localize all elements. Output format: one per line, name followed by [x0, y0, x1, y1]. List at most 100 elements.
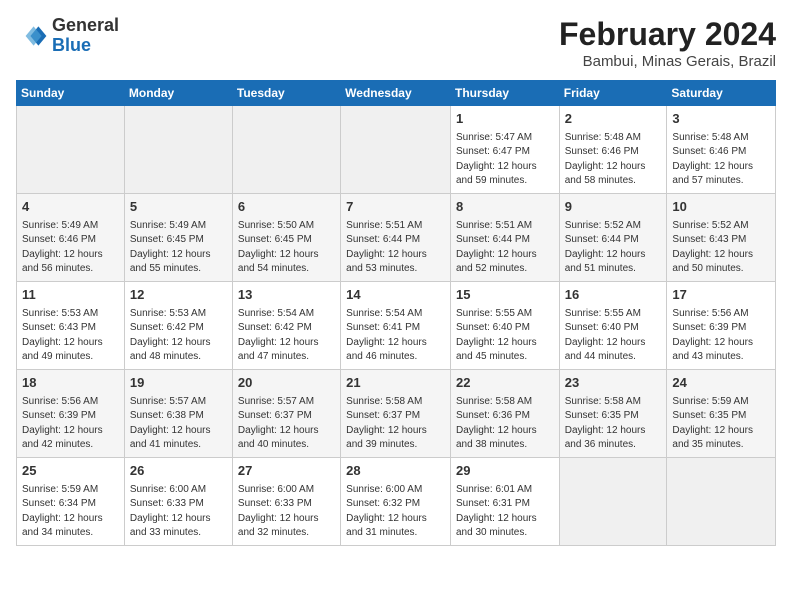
day-info: Daylight: 12 hours: [565, 336, 662, 351]
day-number: 20: [238, 374, 335, 393]
day-info: Sunset: 6:45 PM: [130, 233, 227, 248]
day-info: Sunset: 6:47 PM: [456, 145, 554, 160]
day-info: and 31 minutes.: [346, 526, 445, 541]
day-info: Sunrise: 5:57 AM: [130, 395, 227, 410]
day-info: Sunrise: 5:52 AM: [565, 219, 662, 234]
day-info: Sunset: 6:46 PM: [672, 145, 770, 160]
day-info: Sunset: 6:46 PM: [565, 145, 662, 160]
day-info: and 57 minutes.: [672, 174, 770, 189]
day-info: Sunset: 6:32 PM: [346, 497, 445, 512]
day-info: Sunset: 6:35 PM: [565, 409, 662, 424]
day-info: and 49 minutes.: [22, 350, 119, 365]
day-number: 12: [130, 286, 227, 305]
day-number: 28: [346, 462, 445, 481]
day-info: Daylight: 12 hours: [238, 512, 335, 527]
day-info: and 40 minutes.: [238, 438, 335, 453]
day-number: 16: [565, 286, 662, 305]
day-info: Sunset: 6:36 PM: [456, 409, 554, 424]
day-info: and 48 minutes.: [130, 350, 227, 365]
day-number: 1: [456, 110, 554, 129]
day-info: Sunrise: 5:48 AM: [672, 131, 770, 146]
day-info: Sunset: 6:44 PM: [346, 233, 445, 248]
day-info: Sunset: 6:45 PM: [238, 233, 335, 248]
day-info: Sunrise: 5:53 AM: [22, 307, 119, 322]
calendar-cell: 8Sunrise: 5:51 AMSunset: 6:44 PMDaylight…: [450, 194, 559, 282]
calendar-cell: 29Sunrise: 6:01 AMSunset: 6:31 PMDayligh…: [450, 458, 559, 546]
day-info: Sunrise: 5:56 AM: [22, 395, 119, 410]
day-number: 9: [565, 198, 662, 217]
day-info: Daylight: 12 hours: [456, 424, 554, 439]
calendar-cell: 2 Sunrise: 5:48 AMSunset: 6:46 PMDaylight…: [559, 106, 667, 194]
day-info: Daylight: 12 hours: [346, 248, 445, 263]
day-number: 17: [672, 286, 770, 305]
column-header-sunday: Sunday: [17, 81, 125, 106]
logo-general-text: General: [52, 16, 119, 36]
day-info: and 50 minutes.: [672, 262, 770, 277]
calendar-cell: 4Sunrise: 5:49 AMSunset: 6:46 PMDaylight…: [17, 194, 125, 282]
day-number: 2: [565, 110, 662, 129]
day-info: Sunset: 6:43 PM: [672, 233, 770, 248]
day-info: Sunrise: 6:00 AM: [238, 483, 335, 498]
calendar-week-row: 4Sunrise: 5:49 AMSunset: 6:46 PMDaylight…: [17, 194, 776, 282]
day-info: Daylight: 12 hours: [22, 424, 119, 439]
calendar-header-row: SundayMondayTuesdayWednesdayThursdayFrid…: [17, 81, 776, 106]
calendar-cell: 27Sunrise: 6:00 AMSunset: 6:33 PMDayligh…: [232, 458, 340, 546]
day-info: Sunrise: 6:00 AM: [346, 483, 445, 498]
calendar-cell: 20Sunrise: 5:57 AMSunset: 6:37 PMDayligh…: [232, 370, 340, 458]
day-number: 10: [672, 198, 770, 217]
day-info: Sunrise: 6:01 AM: [456, 483, 554, 498]
calendar-cell: 23Sunrise: 5:58 AMSunset: 6:35 PMDayligh…: [559, 370, 667, 458]
calendar-cell: [232, 106, 340, 194]
day-number: 26: [130, 462, 227, 481]
logo-blue-text: Blue: [52, 36, 119, 56]
calendar-cell: 9Sunrise: 5:52 AMSunset: 6:44 PMDaylight…: [559, 194, 667, 282]
day-info: Daylight: 12 hours: [672, 424, 770, 439]
day-number: 4: [22, 198, 119, 217]
day-info: and 52 minutes.: [456, 262, 554, 277]
calendar-cell: 11Sunrise: 5:53 AMSunset: 6:43 PMDayligh…: [17, 282, 125, 370]
day-info: Sunrise: 5:48 AM: [565, 131, 662, 146]
day-info: Sunrise: 5:54 AM: [238, 307, 335, 322]
day-info: Sunset: 6:31 PM: [456, 497, 554, 512]
day-number: 25: [22, 462, 119, 481]
calendar-week-row: 11 Sunrise: 5:53 AMSunset: 6:43 PM Dayligh…: [17, 282, 776, 370]
calendar-cell: 12Sunrise: 5:53 AMSunset: 6:42 PMDayligh…: [124, 282, 232, 370]
day-number: 11: [22, 286, 119, 305]
calendar-cell: 26Sunrise: 6:00 AMSunset: 6:33 PMDayligh…: [124, 458, 232, 546]
day-info: and 43 minutes.: [672, 350, 770, 365]
day-info: and 47 minutes.: [238, 350, 335, 365]
day-info: Sunrise: 5:58 AM: [346, 395, 445, 410]
day-info: Sunrise: 5:54 AM: [346, 307, 445, 322]
day-info: and 59 minutes.: [456, 174, 554, 189]
day-info: Daylight: 12 hours: [456, 512, 554, 527]
calendar-cell: 5Sunrise: 5:49 AMSunset: 6:45 PMDaylight…: [124, 194, 232, 282]
calendar-cell: 7Sunrise: 5:51 AMSunset: 6:44 PMDaylight…: [341, 194, 451, 282]
day-info: and 41 minutes.: [130, 438, 227, 453]
day-number: 18: [22, 374, 119, 393]
day-info: Daylight: 12 hours: [672, 336, 770, 351]
calendar-week-row: 1Sunrise: 5:47 AMSunset: 6:47 PMDaylight…: [17, 106, 776, 194]
column-header-monday: Monday: [124, 81, 232, 106]
day-info: Daylight: 12 hours: [672, 160, 770, 175]
day-number: 19: [130, 374, 227, 393]
day-info: Sunset: 6:35 PM: [672, 409, 770, 424]
title-block: February 2024 Bambui, Minas Gerais, Braz…: [559, 16, 776, 70]
month-year-title: February 2024: [559, 16, 776, 53]
calendar-cell: [17, 106, 125, 194]
calendar-body: 1Sunrise: 5:47 AMSunset: 6:47 PMDaylight…: [17, 106, 776, 546]
day-number: 13: [238, 286, 335, 305]
day-info: Daylight: 12 hours: [565, 424, 662, 439]
day-info: Sunset: 6:42 PM: [238, 321, 335, 336]
day-info: Daylight: 12 hours: [565, 160, 662, 175]
day-info: and 32 minutes.: [238, 526, 335, 541]
day-info: and 56 minutes.: [22, 262, 119, 277]
day-info: Sunset: 6:39 PM: [672, 321, 770, 336]
calendar-week-row: 18Sunrise: 5:56 AMSunset: 6:39 PMDayligh…: [17, 370, 776, 458]
day-info: and 54 minutes.: [238, 262, 335, 277]
day-info: Sunset: 6:43 PM: [22, 321, 119, 336]
calendar-cell: 6Sunrise: 5:50 AMSunset: 6:45 PMDaylight…: [232, 194, 340, 282]
day-info: and 53 minutes.: [346, 262, 445, 277]
day-info: and 38 minutes.: [456, 438, 554, 453]
day-number: 6: [238, 198, 335, 217]
calendar-cell: 16Sunrise: 5:55 AMSunset: 6:40 PMDayligh…: [559, 282, 667, 370]
